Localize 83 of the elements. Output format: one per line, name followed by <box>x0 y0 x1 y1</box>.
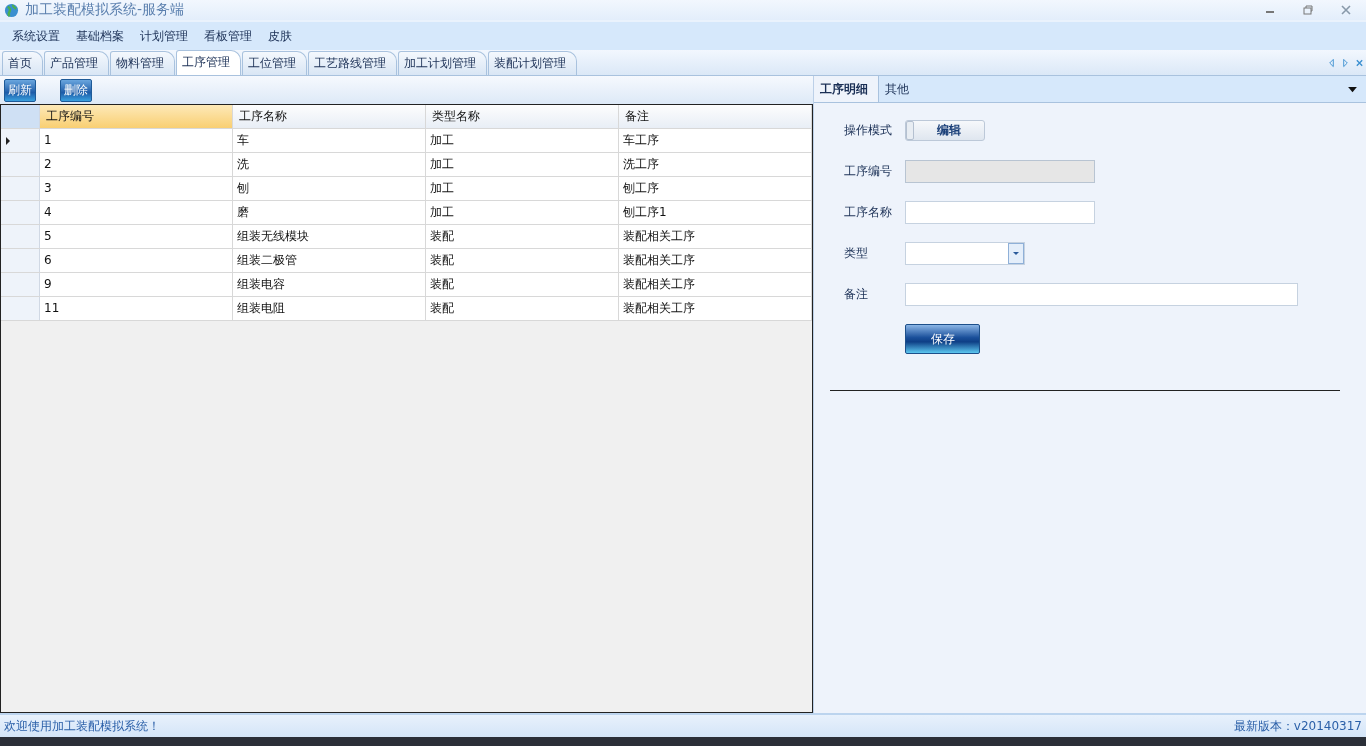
text-field[interactable] <box>905 283 1298 306</box>
row-header[interactable] <box>1 153 40 176</box>
table-cell: 加工 <box>426 201 619 224</box>
globe-icon <box>4 2 19 18</box>
row-header[interactable] <box>1 177 40 200</box>
table-cell: 11 <box>40 297 233 320</box>
table-cell: 装配相关工序 <box>619 297 812 320</box>
toolbar-button[interactable]: 刷新 <box>4 78 36 102</box>
table-cell: 加工 <box>426 153 619 176</box>
window-title: 加工装配模拟系统-服务端 <box>25 1 185 19</box>
scroll-left-icon[interactable] <box>1327 57 1336 69</box>
table-cell: 装配相关工序 <box>619 273 812 296</box>
table-cell: 装配 <box>426 225 619 248</box>
mode-toggle[interactable]: 编辑 <box>905 120 985 141</box>
table-cell: 刨 <box>233 177 426 200</box>
field-label: 工序名称 <box>844 204 893 221</box>
row-header[interactable] <box>1 225 40 248</box>
tab[interactable]: 工序明细 <box>814 76 879 102</box>
toolbar-button[interactable]: 删除 <box>60 78 92 102</box>
table-cell: 洗 <box>233 153 426 176</box>
row-header[interactable] <box>1 249 40 272</box>
table-cell: 刨工序1 <box>619 201 812 224</box>
tab[interactable]: 其他 <box>879 76 919 102</box>
dropdown-arrow-icon[interactable] <box>1347 85 1358 93</box>
field-label: 类型 <box>844 245 869 262</box>
version-label: 最新版本：v20140317 <box>1233 717 1362 735</box>
tab[interactable]: 工艺路线管理 <box>308 51 397 75</box>
table-cell: 5 <box>40 225 233 248</box>
row-header[interactable] <box>1 273 40 296</box>
table-cell: 9 <box>40 273 233 296</box>
save-button[interactable]: 保存 <box>905 324 980 354</box>
field-label: 备注 <box>844 286 869 303</box>
row-header[interactable] <box>1 129 40 152</box>
close-icon[interactable] <box>1355 57 1364 69</box>
table-cell: 加工 <box>426 177 619 200</box>
menu-item[interactable]: 看板管理 <box>196 27 260 45</box>
table-cell: 组装二极管 <box>233 249 426 272</box>
tab[interactable]: 工位管理 <box>242 51 307 75</box>
caret-icon <box>1012 251 1020 256</box>
table-cell: 车 <box>233 129 426 152</box>
table-cell: 2 <box>40 153 233 176</box>
dropdown-field[interactable] <box>905 242 1025 265</box>
table-cell: 组装电容 <box>233 273 426 296</box>
restore-icon[interactable] <box>1302 4 1314 16</box>
close-icon[interactable] <box>1340 4 1352 16</box>
scroll-right-icon[interactable] <box>1341 57 1350 69</box>
table-cell: 组装无线模块 <box>233 225 426 248</box>
table-cell: 装配相关工序 <box>619 225 812 248</box>
table-cell: 组装电阻 <box>233 297 426 320</box>
column-header[interactable]: 工序编号 <box>40 105 233 128</box>
field-label: 操作模式 <box>844 122 893 139</box>
table-cell: 4 <box>40 201 233 224</box>
tab[interactable]: 物料管理 <box>110 51 175 75</box>
table-cell: 磨 <box>233 201 426 224</box>
status-message: 欢迎使用加工装配模拟系统！ <box>4 717 160 735</box>
table-cell: 洗工序 <box>619 153 812 176</box>
table-cell: 装配 <box>426 297 619 320</box>
table-cell: 加工 <box>426 129 619 152</box>
table-cell: 6 <box>40 249 233 272</box>
tab[interactable]: 工序管理 <box>176 50 241 75</box>
column-header[interactable]: 备注 <box>619 105 812 128</box>
tab[interactable]: 装配计划管理 <box>488 51 577 75</box>
table-cell: 3 <box>40 177 233 200</box>
table-cell: 刨工序 <box>619 177 812 200</box>
menu-item[interactable]: 计划管理 <box>132 27 196 45</box>
table-cell: 装配 <box>426 273 619 296</box>
text-field[interactable] <box>905 201 1095 224</box>
tab[interactable]: 首页 <box>2 51 43 75</box>
row-header[interactable] <box>1 201 40 224</box>
current-row-icon <box>5 135 11 146</box>
column-header[interactable]: 类型名称 <box>426 105 619 128</box>
tab[interactable]: 加工计划管理 <box>398 51 487 75</box>
field-label: 工序编号 <box>844 163 893 180</box>
row-header[interactable] <box>1 297 40 320</box>
table-cell: 装配相关工序 <box>619 249 812 272</box>
menu-item[interactable]: 系统设置 <box>4 27 68 45</box>
menu-item[interactable]: 皮肤 <box>260 27 300 45</box>
menu-item[interactable]: 基础档案 <box>68 27 132 45</box>
table-cell: 装配 <box>426 249 619 272</box>
tab[interactable]: 产品管理 <box>44 51 109 75</box>
table-cell: 1 <box>40 129 233 152</box>
column-header[interactable]: 工序名称 <box>233 105 426 128</box>
table-cell: 车工序 <box>619 129 812 152</box>
